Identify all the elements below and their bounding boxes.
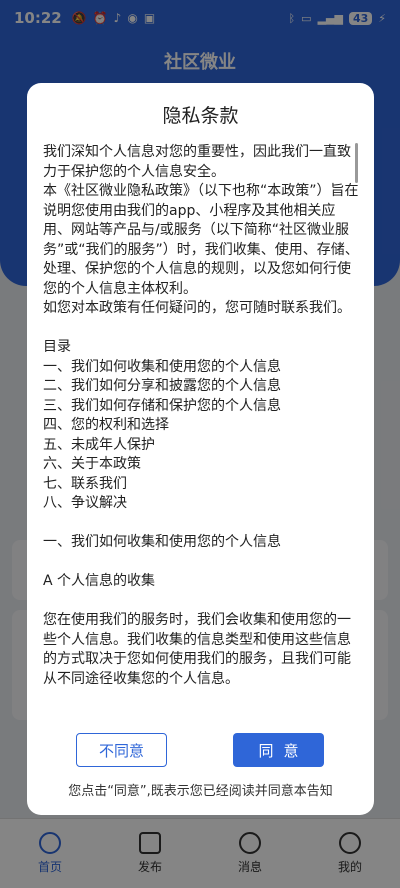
privacy-paragraph: 本《社区微业隐私政策》（以下也称“本政策”）旨在说明您使用由我们的app、小程序… bbox=[43, 183, 359, 297]
privacy-paragraph: 六、关于本政策 bbox=[43, 456, 141, 472]
privacy-paragraph: 七、联系我们 bbox=[43, 475, 127, 492]
privacy-paragraph: 二、我们如何分享和披露您的个人信息 bbox=[43, 378, 281, 394]
dialog-title: 隐私条款 bbox=[162, 105, 239, 127]
privacy-paragraph: 目录 bbox=[43, 339, 71, 355]
paragraph-spacer bbox=[43, 319, 359, 339]
paragraph-spacer bbox=[43, 553, 359, 573]
privacy-dialog: 隐私条款 我们深知个人信息对您的重要性，因此我们一直致力于保护您的个人信息安全。… bbox=[27, 83, 374, 815]
privacy-paragraph: A 个人信息的收集 bbox=[43, 573, 156, 589]
consent-notice: 您点击“同意”,既表示您已经阅读并同意本告知 bbox=[68, 784, 333, 799]
paragraph-spacer bbox=[43, 514, 359, 534]
decline-button[interactable]: 不同意 bbox=[76, 733, 167, 767]
privacy-paragraph: 一、我们如何收集和使用您的个人信息 bbox=[43, 534, 281, 550]
privacy-paragraph: 您在使用我们的服务时，我们会收集和使用您的一些个人信息。我们收集的信息类型和使用… bbox=[43, 612, 351, 687]
privacy-paragraph: 三、我们如何存储和保护您的个人信息 bbox=[43, 397, 281, 414]
privacy-paragraph: 五、未成年人保护 bbox=[43, 436, 155, 453]
paragraph-spacer bbox=[43, 592, 359, 612]
privacy-text-scroll[interactable]: 我们深知个人信息对您的重要性，因此我们一直致力于保护您的个人信息安全。 本《社区微… bbox=[43, 143, 359, 708]
privacy-paragraph: 我们深知个人信息对您的重要性，因此我们一直致力于保护您的个人信息安全。 bbox=[43, 144, 351, 180]
privacy-paragraph: 四、您的权利和选择 bbox=[43, 417, 169, 433]
scrollbar[interactable] bbox=[355, 143, 358, 183]
privacy-paragraph: 八、争议解决 bbox=[43, 495, 127, 511]
agree-button[interactable]: 同意 bbox=[233, 733, 324, 767]
privacy-paragraph: 一、我们如何收集和使用您的个人信息 bbox=[43, 358, 281, 375]
privacy-paragraph: 如您对本政策有任何疑问的，您可随时联系我们。 bbox=[43, 300, 351, 316]
